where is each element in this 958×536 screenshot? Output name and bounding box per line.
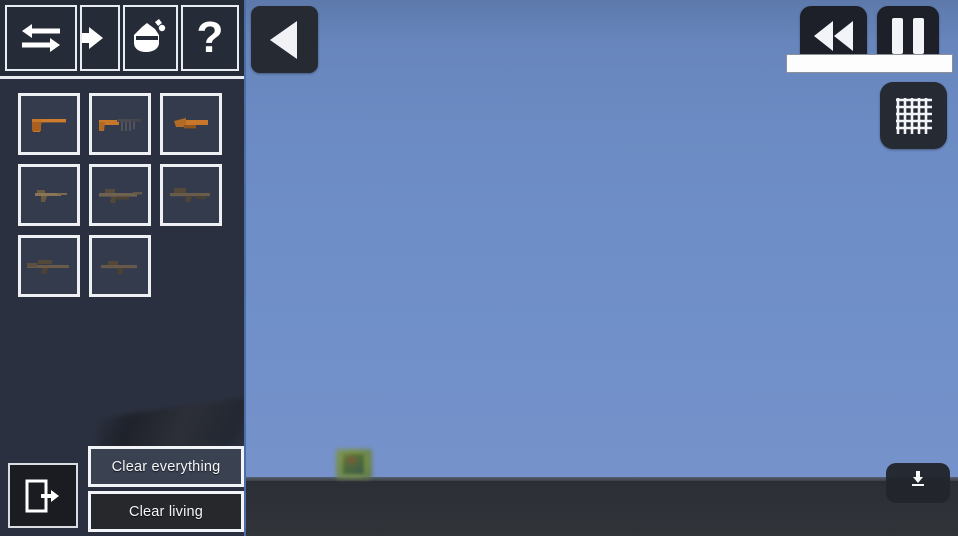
weapon-grid <box>18 93 230 297</box>
toggle-grid-button[interactable] <box>880 82 947 149</box>
arrow-right-icon <box>82 25 105 51</box>
crate-sprite-detail <box>348 457 356 464</box>
sidebar-toolbar: ? <box>0 0 244 76</box>
tool-swap-button[interactable] <box>5 5 77 71</box>
collapse-panel-button[interactable] <box>251 6 318 73</box>
toolbar-divider <box>0 76 244 79</box>
weapon-slot-1[interactable] <box>18 93 80 155</box>
swap-arrows-icon <box>22 24 60 52</box>
download-button[interactable] <box>886 463 950 503</box>
weapon-slot-3[interactable] <box>160 93 222 155</box>
pause-icon-bar-right <box>913 18 924 54</box>
marksman-rifle-icon <box>101 261 137 274</box>
tool-help-button[interactable]: ? <box>181 5 239 71</box>
grid-icon <box>895 97 932 134</box>
tool-move-button[interactable] <box>80 5 120 71</box>
download-icon <box>912 471 924 486</box>
weapon-slot-5[interactable] <box>89 164 151 226</box>
battle-rifle-icon <box>170 188 210 202</box>
weapon-sidebar: ? Clear everything Clear living <box>0 0 246 536</box>
tool-paint-button[interactable] <box>123 5 178 71</box>
pistol-icon <box>32 119 66 132</box>
paint-bucket-icon <box>133 19 165 52</box>
weapon-slot-4[interactable] <box>18 164 80 226</box>
weapon-slot-6[interactable] <box>160 164 222 226</box>
rewind-icon-second <box>834 21 853 51</box>
sniper-rifle-icon <box>27 260 69 274</box>
svg-text:?: ? <box>197 15 224 61</box>
carbine-icon <box>35 190 67 202</box>
weapon-slot-2[interactable] <box>89 93 151 155</box>
rewind-icon <box>814 21 833 51</box>
timeline-slider[interactable] <box>786 54 953 73</box>
exit-door-icon <box>25 479 59 512</box>
clear-living-button[interactable]: Clear living <box>88 491 244 532</box>
exit-button[interactable] <box>8 463 78 528</box>
weapon-slot-8[interactable] <box>89 235 151 297</box>
question-mark-icon: ? <box>197 15 224 61</box>
assault-rifle-icon <box>99 189 142 203</box>
weapon-slot-7[interactable] <box>18 235 80 297</box>
smg-icon <box>99 119 141 131</box>
pause-icon-bar-left <box>892 18 903 54</box>
clear-everything-button[interactable]: Clear everything <box>88 446 244 487</box>
clear-actions-group: Clear everything Clear living <box>88 446 244 532</box>
shotgun-icon <box>174 118 208 129</box>
triangle-left-icon <box>269 20 297 59</box>
